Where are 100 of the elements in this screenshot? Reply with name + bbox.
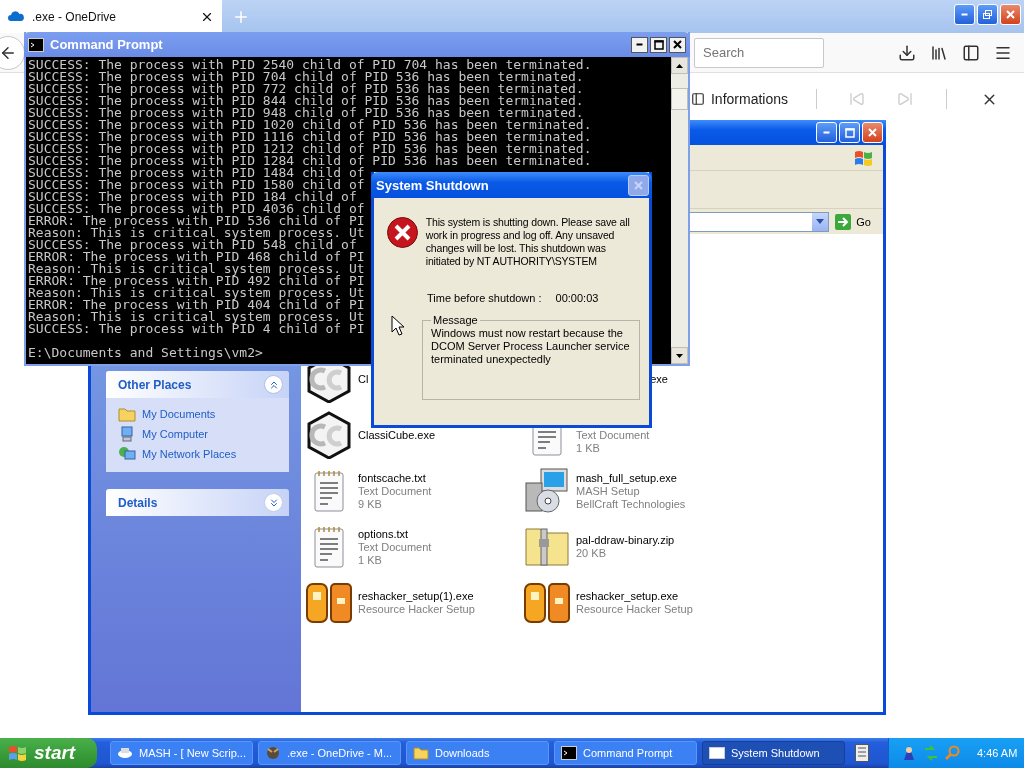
sidebar-icon[interactable] — [962, 43, 980, 62]
countdown-label: Time before shutdown : — [427, 292, 542, 304]
panel-title: Other Places — [118, 377, 192, 392]
place-link[interactable]: My Network Places — [118, 446, 279, 462]
console-line: Reason: This is critical system process. Ut — [28, 263, 365, 275]
close-button[interactable] — [669, 36, 686, 53]
close-icon — [868, 128, 877, 137]
maximize-icon — [653, 39, 664, 50]
console-line: SUCCESS: The process with PID 4036 child of — [28, 203, 365, 215]
clock: 4:46 AM — [977, 747, 1018, 759]
library-icon[interactable] — [930, 43, 948, 62]
file-detail: Resource Hacker Setup — [358, 603, 475, 616]
caret-up-icon — [676, 63, 683, 68]
console-icon — [28, 37, 44, 52]
text-file-icon — [314, 470, 344, 512]
browser-tab[interactable]: .exe - OneDrive — [0, 0, 222, 33]
countdown-value: 00:00:03 — [555, 292, 599, 304]
file-detail: Resource Hacker Setup — [576, 603, 693, 616]
network-icon — [118, 446, 136, 462]
folder-icon — [118, 406, 136, 422]
console-line: Reason: This is critical system process. Ut — [28, 287, 365, 299]
taskbar-button[interactable]: Command Prompt — [554, 741, 697, 765]
taskbar-button[interactable]: Downloads — [406, 741, 549, 765]
app-icon — [117, 746, 133, 760]
hexagon-icon — [307, 411, 351, 459]
console-line: SUCCESS: The process with PID 184 child of — [28, 191, 357, 203]
console-line: SUCCESS: The process with PID 1116 child of PID 536 has been terminated. — [28, 131, 592, 143]
restore-icon — [982, 9, 993, 20]
console-line: SUCCESS: The process with PID 772 child of PID 536 has been terminated. — [28, 83, 584, 95]
shutdown-message: This system is shutting down. Please save all work in progress and log off. Any unsaved changes will be lost. This shutdown was initiated by NT AUTHORITY\SYSTEM — [425, 216, 631, 268]
scroll-up-button[interactable] — [671, 57, 688, 74]
restart-message: Windows must now restart because the DCOM Server Process Launcher service terminated unexpectedly — [431, 327, 630, 365]
file-name[interactable]: ClassiCube.exe — [358, 428, 436, 442]
console-line: SUCCESS: The process with PID 2540 child of PID 704 has been terminated. — [28, 59, 592, 71]
flag-icon — [8, 744, 28, 762]
minimize-button[interactable] — [631, 36, 648, 53]
download-icon[interactable] — [898, 43, 916, 62]
file-detail: Text Document — [358, 540, 432, 554]
file-name[interactable]: fontscache.txt — [358, 471, 432, 485]
dropdown-button[interactable] — [812, 212, 829, 231]
cursor-icon — [391, 315, 404, 336]
cloud-icon — [8, 11, 24, 22]
taskbar-button[interactable]: .exe - OneDrive - M... — [258, 741, 401, 765]
flag-icon — [853, 148, 875, 167]
console-line: ERROR: The process with PID 492 child of PI — [28, 275, 365, 287]
file-detail: 9 KB — [358, 497, 383, 511]
taskbar-button[interactable]: MASH - [ New Scrip... — [110, 741, 253, 765]
back-button[interactable] — [0, 35, 25, 70]
group-label: Message — [432, 314, 479, 327]
keyboard-icon[interactable] — [855, 744, 869, 762]
file-name[interactable]: reshacker_setup.exe — [576, 590, 693, 603]
console-line: Reason: This is critical system process. Ut — [28, 311, 365, 323]
file-name[interactable]: mash_full_setup.exe — [576, 471, 686, 485]
file-name[interactable]: pal-ddraw-binary.zip — [576, 534, 675, 547]
computer-icon — [118, 426, 136, 442]
error-icon — [386, 216, 418, 249]
app-icon — [265, 745, 281, 761]
console-line: SUCCESS: The process with PID 548 child of — [28, 239, 357, 251]
console-line: SUCCESS: The process with PID 1212 child of PID 536 has been terminated. — [28, 143, 592, 155]
file-detail: 20 KB — [576, 547, 607, 560]
restore-button[interactable] — [977, 4, 998, 25]
console-icon — [561, 746, 577, 760]
close-icon — [1006, 10, 1015, 19]
window-icon — [709, 746, 725, 760]
scroll-thumb[interactable] — [671, 88, 688, 110]
console-line: SUCCESS: The process with PID 4 child of PI — [28, 323, 365, 335]
close-icon — [673, 40, 682, 49]
maximize-button[interactable] — [650, 36, 667, 53]
file-detail: BellCraft Technologies — [576, 497, 686, 511]
file-detail: 1 KB — [358, 553, 383, 567]
console-line: SUCCESS: The process with PID 1020 child of PID 536 has been terminated. — [28, 119, 592, 131]
taskbar-button[interactable]: System Shutdown — [702, 741, 845, 765]
file-name[interactable]: options.txt — [358, 527, 432, 541]
caret-icon — [816, 219, 825, 224]
console-line: SUCCESS: The process with PID 844 child of PID 536 has been terminated. — [28, 95, 584, 107]
go-button[interactable]: Go — [833, 211, 879, 232]
console-line: SUCCESS: The process with PID 704 child of PID 536 has been terminated. — [28, 71, 584, 83]
console-line: SUCCESS: The process with PID 1284 child of PID 536 has been terminated. — [28, 155, 592, 167]
file-detail[interactable]: Text Document — [576, 428, 650, 442]
console-line: SUCCESS: The process with PID 1484 child of — [28, 167, 365, 179]
console-prompt: E:\Documents and Settings\vm2> — [28, 347, 263, 359]
close-icon — [634, 180, 643, 190]
scroll-down-button[interactable] — [671, 347, 688, 364]
folder-icon — [413, 746, 429, 760]
place-link[interactable]: My Documents — [118, 406, 279, 422]
installer-icon — [523, 467, 571, 515]
dialog-title: System Shutdown — [376, 177, 489, 193]
text-file-icon — [314, 526, 344, 568]
minimize-icon — [823, 131, 830, 134]
file-name[interactable]: Cl — [358, 372, 369, 386]
minimize-icon — [636, 43, 643, 46]
place-link[interactable]: My Computer — [118, 426, 279, 442]
file-detail: 1 KB — [576, 441, 601, 455]
console-line: Reason: This is critical system process. Ut — [28, 227, 365, 239]
console-line: ERROR: The process with PID 468 child of PI — [28, 251, 365, 263]
file-name[interactable]: reshacker_setup(1).exe — [358, 590, 475, 603]
console-line: SUCCESS: The process with PID 948 child of PID 536 has been terminated. — [28, 107, 584, 119]
search-field[interactable]: Search — [694, 37, 824, 68]
figure-icon[interactable] — [901, 745, 917, 761]
sidebar-button[interactable]: Informations — [690, 91, 788, 107]
